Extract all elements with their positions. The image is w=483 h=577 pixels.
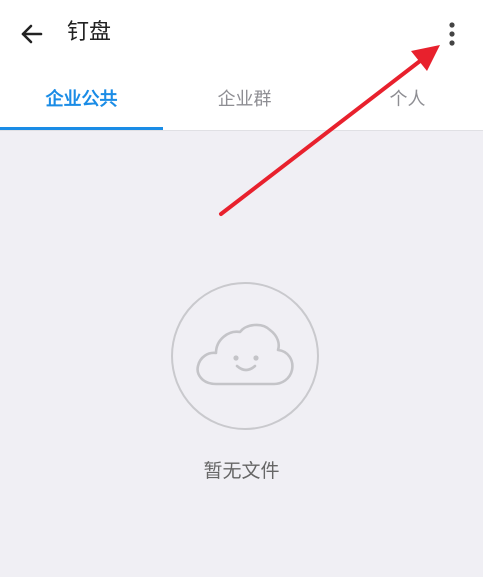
tab-enterprise-public[interactable]: 企业公共 (0, 66, 163, 130)
tab-label: 企业群 (217, 89, 272, 110)
page-title: 钉盘 (67, 20, 112, 45)
tab-label: 个人 (389, 89, 426, 110)
more-vertical-icon (449, 22, 455, 46)
empty-state-circle (171, 282, 319, 430)
tab-label: 企业公共 (45, 89, 118, 110)
empty-state-text: 暂无文件 (203, 460, 280, 482)
arrow-left-icon (21, 24, 43, 44)
back-button[interactable] (12, 14, 52, 54)
app-header: 钉盘 (0, 0, 483, 66)
tab-enterprise-group[interactable]: 企业群 (163, 66, 326, 130)
app-screen: 钉盘 企业公共 企业群 个人 暂无文件 (0, 0, 483, 577)
more-button[interactable] (432, 14, 472, 54)
tab-bar: 企业公共 企业群 个人 (0, 66, 483, 130)
tab-personal[interactable]: 个人 (326, 66, 483, 130)
smiling-cloud-icon (196, 323, 294, 386)
tab-divider (0, 130, 483, 131)
